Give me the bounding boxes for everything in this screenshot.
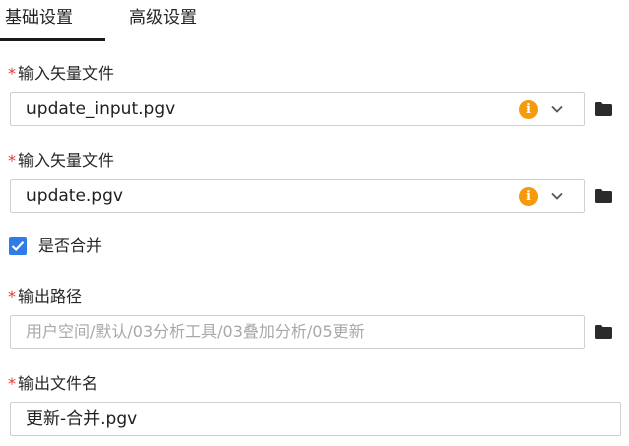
tab-basic-settings[interactable]: 基础设置 xyxy=(5,6,73,30)
input-vector-1-value: update_input.pgv xyxy=(26,99,176,119)
active-tab-indicator xyxy=(0,38,105,41)
required-mark: * xyxy=(8,374,16,393)
output-filename-label-text: 输出文件名 xyxy=(18,374,99,393)
folder-icon[interactable] xyxy=(595,325,612,339)
info-icon[interactable]: i xyxy=(519,187,538,206)
input-vector-2-label: * 输入矢量文件 xyxy=(8,150,114,172)
merge-checkbox[interactable] xyxy=(9,237,27,255)
tab-bar: 基础设置 高级设置 xyxy=(0,0,629,42)
required-mark: * xyxy=(8,287,16,306)
checkbox-check-icon xyxy=(11,241,25,252)
input-vector-1-select[interactable]: update_input.pgv i xyxy=(10,92,585,126)
output-filename-input[interactable]: 更新-合并.pgv xyxy=(10,402,621,436)
required-mark: * xyxy=(8,151,16,170)
folder-icon[interactable] xyxy=(595,189,612,203)
output-filename-value: 更新-合并.pgv xyxy=(26,409,138,429)
chevron-down-icon[interactable] xyxy=(550,189,564,203)
required-mark: * xyxy=(8,64,16,83)
folder-icon[interactable] xyxy=(595,102,612,116)
input-vector-1-label: * 输入矢量文件 xyxy=(8,63,114,85)
input-vector-2-select[interactable]: update.pgv i xyxy=(10,179,585,213)
output-path-input[interactable]: 用户空间/默认/03分析工具/03叠加分析/05更新 xyxy=(10,315,585,349)
chevron-down-icon[interactable] xyxy=(550,102,564,116)
output-path-placeholder: 用户空间/默认/03分析工具/03叠加分析/05更新 xyxy=(26,322,365,341)
input-vector-2-label-text: 输入矢量文件 xyxy=(18,151,115,170)
input-vector-2-value: update.pgv xyxy=(26,186,123,206)
tab-advanced-settings[interactable]: 高级设置 xyxy=(129,6,197,30)
output-path-label: * 输出路径 xyxy=(8,286,82,308)
input-vector-1-label-text: 输入矢量文件 xyxy=(18,64,115,83)
info-icon[interactable]: i xyxy=(519,100,538,119)
merge-label: 是否合并 xyxy=(38,236,103,255)
output-filename-label: * 输出文件名 xyxy=(8,373,98,395)
output-path-label-text: 输出路径 xyxy=(18,287,83,306)
